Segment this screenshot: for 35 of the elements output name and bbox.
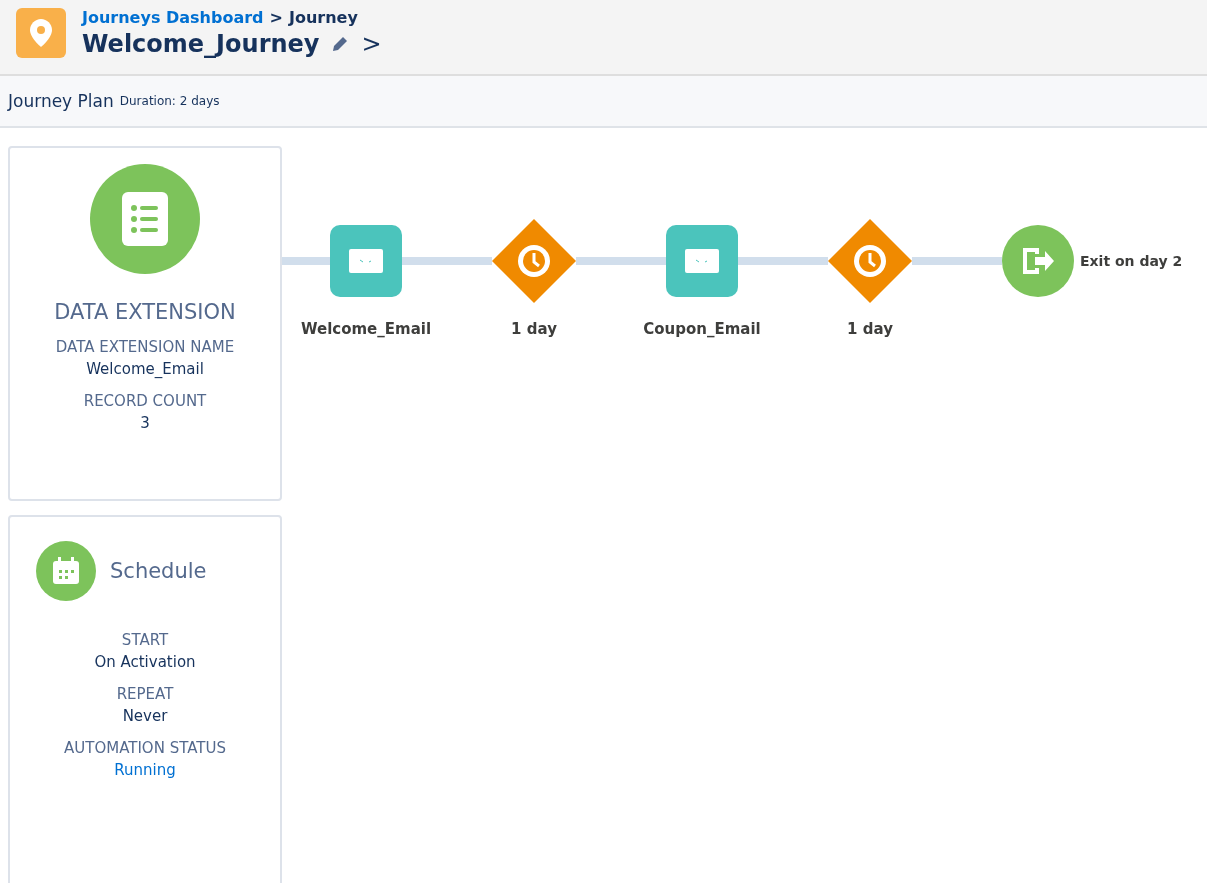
node-label: Coupon_Email [643, 320, 761, 338]
node-label: 1 day [511, 320, 557, 338]
clock-diamond-icon[interactable] [828, 219, 912, 303]
plan-duration: Duration: 2 days [119, 94, 220, 108]
location-pin-icon [30, 19, 52, 47]
node-label: Exit on day 2 [1080, 253, 1183, 269]
card-title: Schedule [110, 559, 207, 583]
breadcrumb-link[interactable]: Journeys Dashboard [82, 8, 264, 28]
email-node[interactable] [666, 225, 738, 297]
calendar-icon [51, 556, 81, 586]
field-label: AUTOMATION STATUS [64, 739, 226, 757]
next-button[interactable]: > [361, 30, 382, 58]
email-icon [685, 249, 719, 273]
field-label: START [121, 631, 169, 649]
field-value: 3 [140, 414, 150, 432]
field-value: On Activation [94, 653, 196, 671]
field-label: RECORD COUNT [83, 392, 207, 410]
email-icon [349, 249, 383, 273]
list-icon [122, 192, 168, 246]
status-link[interactable]: Running [114, 761, 176, 779]
field-label: REPEAT [116, 685, 174, 703]
breadcrumb-separator: > [269, 8, 283, 28]
clock-diamond-icon[interactable] [492, 219, 576, 303]
field-label: DATA EXTENSION NAME [55, 338, 235, 356]
node-label: 1 day [847, 320, 893, 338]
email-node[interactable] [330, 225, 402, 297]
field-value: Welcome_Email [86, 360, 204, 378]
exit-icon [1021, 246, 1055, 276]
field-value: Never [122, 707, 168, 725]
card-title: DATA EXTENSION [54, 300, 236, 324]
node-label: Welcome_Email [300, 320, 432, 338]
journey-title: Welcome_Journey [82, 30, 320, 58]
plan-title: Journey Plan [8, 91, 114, 111]
pencil-icon[interactable] [331, 35, 350, 53]
breadcrumb-current: Journey [289, 8, 358, 28]
